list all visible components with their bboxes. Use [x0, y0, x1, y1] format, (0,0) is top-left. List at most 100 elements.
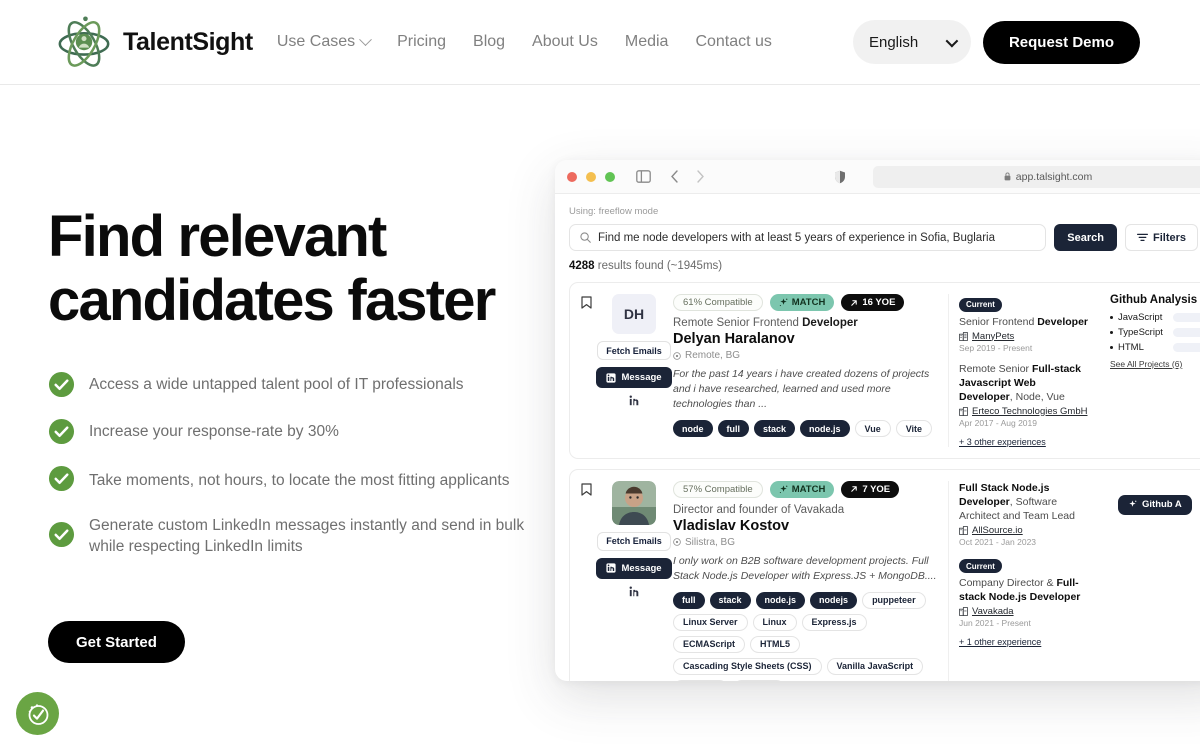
skill-tag[interactable]: node: [673, 420, 713, 437]
skill-tag[interactable]: full: [673, 591, 705, 609]
more-experiences-link[interactable]: + 1 other experience: [959, 637, 1090, 647]
shield-icon[interactable]: [834, 170, 846, 184]
skill-tag[interactable]: Express.js: [801, 613, 867, 631]
bookmark-icon[interactable]: [581, 294, 597, 447]
arrow-up-right-icon: [851, 299, 858, 306]
candidate-card[interactable]: DH Fetch Emails Message 61% Compatible M…: [569, 282, 1200, 459]
avatar: DH: [612, 294, 656, 334]
badge-row: 57% Compatible MATCH 7 YOE: [673, 480, 938, 498]
nav-item-blog[interactable]: Blog: [473, 33, 505, 51]
skill-tag[interactable]: Linux Server: [673, 613, 748, 631]
sparkle-icon: [779, 484, 788, 493]
get-started-button[interactable]: Get Started: [48, 621, 185, 663]
github-analysis-title: Github Analysis: [1110, 294, 1198, 306]
message-label: Message: [621, 562, 662, 574]
more-experiences-link[interactable]: + 3 other experiences: [959, 437, 1090, 447]
maximize-traffic-light-icon[interactable]: [605, 171, 615, 182]
nav-item-use-cases[interactable]: Use Cases: [277, 32, 372, 51]
search-row: Find me node developers with at least 5 …: [569, 224, 1200, 251]
search-button[interactable]: Search: [1054, 224, 1117, 251]
request-demo-button[interactable]: Request Demo: [982, 20, 1140, 64]
current-badge: Current: [959, 297, 1002, 312]
candidate-location: Silistra, BG: [673, 537, 938, 548]
experience-company[interactable]: ManyPets: [959, 331, 1090, 342]
language-selector[interactable]: English: [852, 20, 971, 64]
address-bar[interactable]: app.talsight.com ⟳: [873, 165, 1200, 188]
fetch-emails-button[interactable]: Fetch Emails: [597, 531, 671, 551]
github-analysis-column: Github A: [1100, 481, 1200, 682]
skill-tag[interactable]: stack: [709, 591, 751, 609]
see-all-projects-link[interactable]: See All Projects (6): [1110, 359, 1200, 369]
nav-item-pricing[interactable]: Pricing: [397, 33, 446, 51]
message-button[interactable]: Message: [596, 557, 672, 579]
skill-tag[interactable]: ECMAScript: [673, 635, 746, 653]
skill-tag[interactable]: stack: [754, 420, 796, 437]
search-icon: [580, 232, 591, 243]
nav-item-media[interactable]: Media: [625, 33, 669, 51]
candidate-card[interactable]: Fetch Emails Message 57% Compatible MATC…: [569, 468, 1200, 682]
language-name: HTML: [1118, 342, 1144, 353]
results-count: 4288: [569, 260, 595, 272]
experience-item: Current Company Director & Full-stack No…: [959, 556, 1090, 628]
minimize-traffic-light-icon[interactable]: [586, 171, 596, 182]
skill-tag[interactable]: node.js: [800, 420, 850, 437]
github-analysis-button[interactable]: Github A: [1118, 494, 1192, 515]
chevron-down-icon: [359, 32, 372, 46]
exp-title-plain: Senior Frontend: [959, 315, 1038, 328]
bookmark-icon[interactable]: [581, 481, 597, 682]
candidate-name[interactable]: Vladislav Kostov: [673, 518, 938, 534]
skill-tag[interactable]: full: [717, 420, 749, 437]
experience-company[interactable]: Vavakada: [959, 606, 1090, 617]
main-nav: Use Cases Pricing Blog About Us Media Co…: [277, 32, 772, 51]
skill-tag[interactable]: Vanilla JavaScript: [826, 657, 924, 675]
landing-page: TalentSight Use Cases Pricing Blog About…: [0, 0, 1200, 750]
exp-title-bold: Developer: [1037, 315, 1088, 328]
experience-title: Senior Frontend Developer: [959, 315, 1090, 329]
accessibility-widget-button[interactable]: [16, 692, 59, 735]
nav-item-contact-us[interactable]: Contact us: [695, 33, 771, 51]
match-label: MATCH: [791, 483, 826, 495]
card-actions: Fetch Emails Message: [596, 480, 672, 682]
forward-icon[interactable]: [696, 170, 705, 183]
experience-company[interactable]: Erteco Technologies GmbH: [959, 406, 1090, 417]
search-input[interactable]: Find me node developers with at least 5 …: [569, 224, 1047, 251]
github-analysis-column: Github Analysis JavaScript TypeScript HT…: [1100, 294, 1200, 447]
filters-button[interactable]: Filters: [1124, 224, 1198, 251]
skill-tag[interactable]: nodejs: [810, 591, 858, 609]
skill-tag[interactable]: Linux: [752, 613, 797, 631]
message-button[interactable]: Message: [596, 367, 672, 388]
skill-tag[interactable]: Vue: [854, 420, 891, 437]
nav-item-about-us[interactable]: About Us: [532, 33, 598, 51]
close-traffic-light-icon[interactable]: [567, 171, 577, 182]
language-name: TypeScript: [1118, 327, 1163, 338]
yoe-label: 7 YOE: [862, 483, 891, 495]
experience-dates: Apr 2017 - Aug 2019: [959, 417, 1037, 428]
skill-tag[interactable]: puppeteer: [862, 591, 926, 609]
experience-title: Company Director & Full-stack Node.js De…: [959, 576, 1090, 604]
experience-company[interactable]: AllSource.io: [959, 525, 1090, 536]
skill-tag[interactable]: React.js: [673, 679, 728, 681]
linkedin-icon[interactable]: [629, 586, 640, 597]
fetch-emails-button[interactable]: Fetch Emails: [597, 341, 671, 360]
language-bar: [1173, 328, 1200, 337]
exp-title-plain: Remote Senior: [959, 362, 1032, 375]
brand-logo[interactable]: TalentSight: [55, 13, 253, 71]
experience-title: Remote Senior Full-stack Javascript Web …: [959, 362, 1090, 404]
candidate-name[interactable]: Delyan Haralanov: [673, 331, 938, 347]
skill-tag[interactable]: node.js: [755, 591, 806, 609]
card-main-column: 57% Compatible MATCH 7 YOE Director and …: [673, 480, 948, 681]
back-icon[interactable]: [670, 170, 679, 183]
filter-icon: [1136, 233, 1148, 242]
skill-tag[interactable]: Vite: [895, 420, 933, 437]
match-badge: MATCH: [769, 480, 835, 498]
candidate-location: Remote, BG: [673, 350, 938, 361]
linkedin-icon[interactable]: [629, 395, 640, 406]
skill-tag[interactable]: Cascading Style Sheets (CSS): [673, 657, 822, 675]
experience-item: Current Senior Frontend Developer ManyPe…: [959, 294, 1090, 353]
skill-tag[interactable]: web3.js: [732, 679, 786, 681]
page-title: Find relevant candidates faster: [48, 205, 548, 333]
language-name: JavaScript: [1118, 312, 1163, 323]
skill-tag[interactable]: HTML5: [750, 635, 801, 653]
sidebar-icon[interactable]: [636, 170, 651, 183]
results-suffix: results found (~1945ms): [594, 260, 723, 272]
